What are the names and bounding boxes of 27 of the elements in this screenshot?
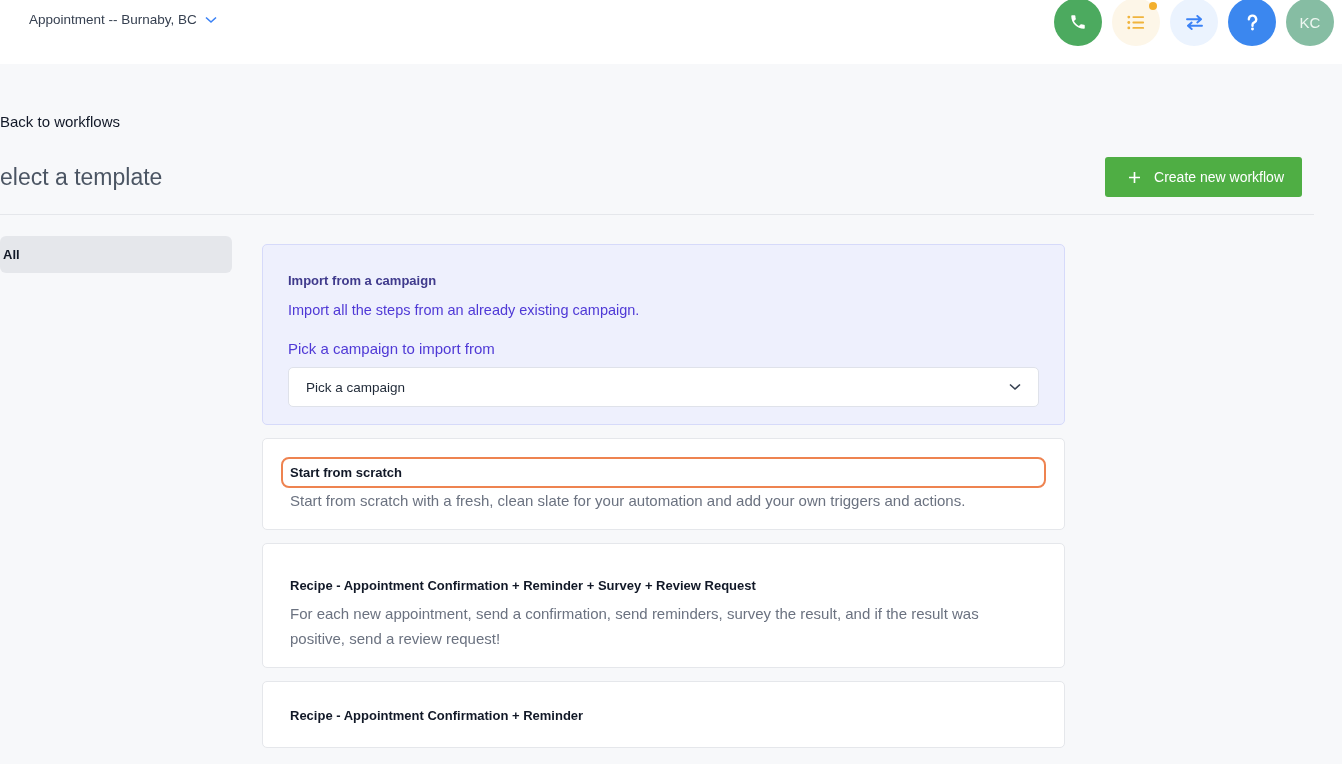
chevron-down-icon — [1009, 383, 1021, 391]
template-card[interactable]: Recipe - Appointment Confirmation + Reminder — [262, 681, 1065, 748]
location-selector[interactable]: Appointment -- Burnaby, BC — [29, 12, 217, 27]
chevron-down-icon — [204, 15, 217, 24]
field-label: Pick a campaign to import from — [288, 340, 496, 357]
campaign-dropdown[interactable]: Pick a campaign — [288, 367, 1039, 407]
phone-button[interactable] — [1054, 0, 1102, 46]
card-description: For each new appointment, send a confirmation, send reminders, survey the result, and if the result was positive, send a review request! — [289, 604, 980, 649]
question-mark-icon — [1246, 13, 1258, 31]
phone-icon — [1069, 13, 1087, 31]
card-title: Import from a campaign — [288, 273, 438, 288]
list-icon — [1127, 14, 1145, 30]
back-link[interactable]: Back to workflows — [0, 113, 121, 130]
plus-icon — [1129, 171, 1141, 183]
transfer-button[interactable] — [1170, 0, 1218, 46]
template-card[interactable] — [262, 543, 1065, 668]
tasks-button[interactable] — [1112, 0, 1160, 46]
card-title: Start from scratch — [281, 457, 1046, 488]
sidebar-item[interactable]: All — [0, 236, 232, 273]
card-title: Recipe - Appointment Confirmation + Reminder — [289, 707, 585, 725]
card-title: Recipe - Appointment Confirmation + Reminder + Survey + Review Request — [289, 577, 757, 595]
card-description: Start from scratch with a fresh, clean slate for your automation and add your own triggers and actions. — [289, 491, 967, 511]
card-description: Import all the steps from an already existing campaign. — [288, 302, 641, 318]
template-card[interactable]: Start from scratch Start from scratch with a fresh, clean slate for your automation and add your own triggers and actions. — [262, 438, 1065, 530]
page-title: elect a template — [0, 163, 163, 191]
help-button[interactable] — [1228, 0, 1276, 46]
swap-arrows-icon — [1184, 14, 1204, 30]
